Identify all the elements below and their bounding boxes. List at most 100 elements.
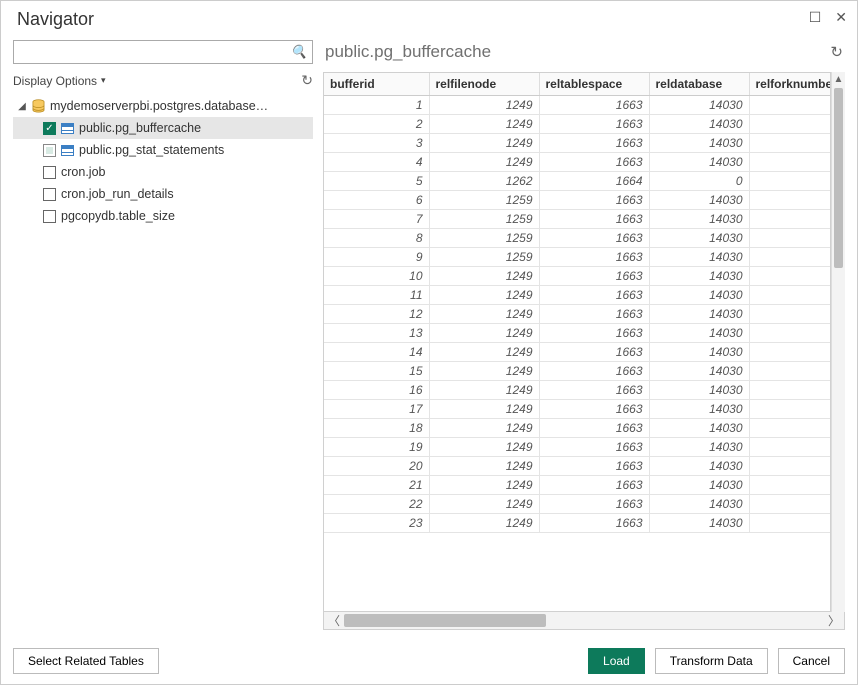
table-cell: 1249 <box>429 495 539 514</box>
table-cell <box>749 115 831 134</box>
table-cell <box>749 495 831 514</box>
close-icon[interactable]: ✕ <box>835 9 847 26</box>
table-row[interactable]: 212491663140302 <box>324 115 831 134</box>
tree-item[interactable]: public.pg_stat_statements <box>13 139 313 161</box>
table-cell: 14030 <box>649 495 749 514</box>
table-cell: 5 <box>324 172 429 191</box>
left-panel: 🔍 Display Options ▾ ↻ ◢ mydemoserverpbi.… <box>13 40 313 630</box>
checkbox[interactable] <box>43 166 56 179</box>
tree-item-label: public.pg_stat_statements <box>79 143 224 157</box>
table-row[interactable]: 1312491663140300 <box>324 324 831 343</box>
tree-item-label: cron.job_run_details <box>61 187 174 201</box>
horizontal-scrollbar[interactable]: 〈 〉 <box>323 612 845 630</box>
tree-root[interactable]: ◢ mydemoserverpbi.postgres.database.azur… <box>13 95 313 117</box>
table-cell: 1249 <box>429 96 539 115</box>
table-row[interactable]: 412491663140300 <box>324 153 831 172</box>
table-cell: 14030 <box>649 115 749 134</box>
checkbox[interactable]: ✓ <box>43 122 56 135</box>
tree-item[interactable]: pgcopydb.table_size <box>13 205 313 227</box>
table-row[interactable]: 2012491663140300 <box>324 457 831 476</box>
vertical-scrollbar[interactable]: ▲ <box>831 72 845 612</box>
table-cell <box>749 229 831 248</box>
maximize-icon[interactable]: ☐ <box>809 9 822 26</box>
checkbox[interactable] <box>43 188 56 201</box>
table-row[interactable]: 1112491663140300 <box>324 286 831 305</box>
table-cell: 1249 <box>429 419 539 438</box>
scroll-up-icon[interactable]: ▲ <box>832 74 845 85</box>
search-icon[interactable]: 🔍 <box>291 44 307 60</box>
table-cell: 14030 <box>649 248 749 267</box>
search-input[interactable] <box>13 40 313 64</box>
database-icon <box>32 99 45 113</box>
table-cell: 14030 <box>649 381 749 400</box>
column-header[interactable]: relfilenode <box>429 73 539 96</box>
display-options-dropdown[interactable]: Display Options ▾ <box>13 74 106 88</box>
table-cell: 1663 <box>539 419 649 438</box>
data-grid[interactable]: bufferidrelfilenodereltablespacereldatab… <box>323 72 831 612</box>
table-cell <box>749 248 831 267</box>
table-row[interactable]: 912591663140300 <box>324 248 831 267</box>
checkbox[interactable] <box>43 210 56 223</box>
table-cell: 1663 <box>539 381 649 400</box>
table-row[interactable]: 612591663140300 <box>324 191 831 210</box>
table-row[interactable]: 51262166400 <box>324 172 831 191</box>
preview-refresh-icon[interactable]: ↻ <box>830 43 843 61</box>
table-row[interactable]: 2212491663140300 <box>324 495 831 514</box>
table-cell: 10 <box>324 267 429 286</box>
table-row[interactable]: 1012491663140300 <box>324 267 831 286</box>
column-header[interactable]: reltablespace <box>539 73 649 96</box>
table-cell: 1249 <box>429 286 539 305</box>
table-row[interactable]: 1912491663140300 <box>324 438 831 457</box>
table-row[interactable]: 1212491663140300 <box>324 305 831 324</box>
table-row[interactable]: 2112491663140300 <box>324 476 831 495</box>
table-cell <box>749 514 831 533</box>
table-cell: 1259 <box>429 248 539 267</box>
table-cell: 1 <box>324 96 429 115</box>
scroll-right-icon[interactable]: 〉 <box>824 612 844 629</box>
table-cell: 1259 <box>429 210 539 229</box>
table-cell: 14030 <box>649 96 749 115</box>
table-cell: 14030 <box>649 305 749 324</box>
table-cell: 11 <box>324 286 429 305</box>
table-cell <box>749 191 831 210</box>
table-cell: 14030 <box>649 267 749 286</box>
checkbox[interactable] <box>43 144 56 157</box>
table-row[interactable]: 1712491663140300 <box>324 400 831 419</box>
table-cell: 1249 <box>429 267 539 286</box>
table-row[interactable]: 1812491663140300 <box>324 419 831 438</box>
scroll-left-icon[interactable]: 〈 <box>324 612 344 629</box>
caret-down-icon[interactable]: ◢ <box>17 101 27 112</box>
column-header[interactable]: relforknumber <box>749 73 831 96</box>
table-cell: 16 <box>324 381 429 400</box>
refresh-tree-icon[interactable]: ↻ <box>301 72 313 89</box>
table-row[interactable]: 1412491663140300 <box>324 343 831 362</box>
table-row[interactable]: 712591663140300 <box>324 210 831 229</box>
table-cell: 14030 <box>649 457 749 476</box>
column-header[interactable]: reldatabase <box>649 73 749 96</box>
table-row[interactable]: 112491663140300 <box>324 96 831 115</box>
tree-root-label: mydemoserverpbi.postgres.database.azure.… <box>50 99 270 113</box>
table-cell: 13 <box>324 324 429 343</box>
table-row[interactable]: 2312491663140300 <box>324 514 831 533</box>
tree-item[interactable]: cron.job <box>13 161 313 183</box>
scroll-thumb-horizontal[interactable] <box>344 614 546 627</box>
table-cell: 12 <box>324 305 429 324</box>
table-cell: 14030 <box>649 286 749 305</box>
column-header[interactable]: bufferid <box>324 73 429 96</box>
cancel-button[interactable]: Cancel <box>778 648 845 674</box>
table-row[interactable]: 1512491663140300 <box>324 362 831 381</box>
table-row[interactable]: 312491663140300 <box>324 134 831 153</box>
load-button[interactable]: Load <box>588 648 645 674</box>
tree-item[interactable]: ✓public.pg_buffercache <box>13 117 313 139</box>
table-row[interactable]: 1612491663140300 <box>324 381 831 400</box>
table-cell: 14030 <box>649 362 749 381</box>
table-row[interactable]: 812591663140300 <box>324 229 831 248</box>
select-related-tables-button[interactable]: Select Related Tables <box>13 648 159 674</box>
table-cell: 1663 <box>539 229 649 248</box>
transform-data-button[interactable]: Transform Data <box>655 648 768 674</box>
tree-item[interactable]: cron.job_run_details <box>13 183 313 205</box>
scroll-thumb-vertical[interactable] <box>834 88 843 268</box>
table-cell: 1249 <box>429 514 539 533</box>
table-cell <box>749 343 831 362</box>
table-cell: 8 <box>324 229 429 248</box>
